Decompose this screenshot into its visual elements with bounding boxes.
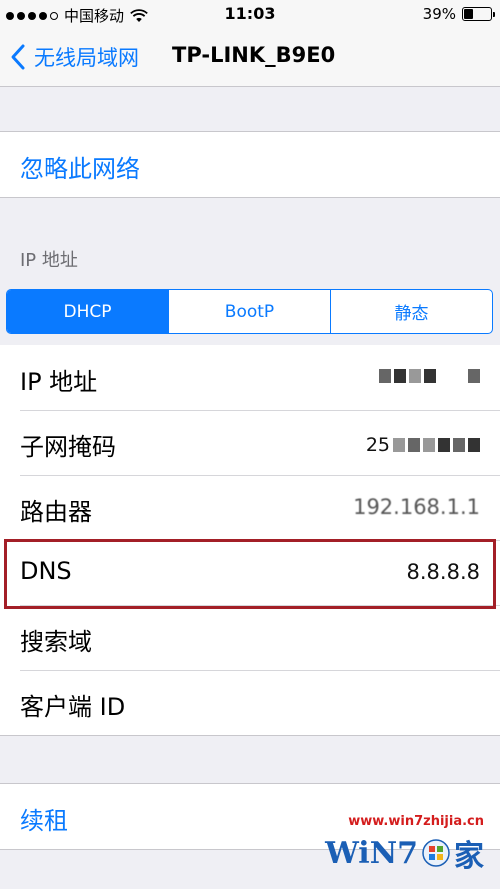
status-bar: 中国移动 11:03 39% (0, 0, 500, 30)
watermark-logo: WiN7 家 (325, 831, 484, 875)
segment-static[interactable]: 静态 (330, 290, 492, 333)
navigation-bar: 无线局域网 TP-LINK_B9E0 (0, 30, 500, 87)
battery-fill (464, 9, 473, 19)
segment-bootp[interactable]: BootP (168, 290, 330, 333)
windows-logo-icon (422, 839, 450, 867)
redaction-block (394, 369, 406, 383)
redacted-value: 25 (366, 434, 480, 456)
field-label: 客户端 ID (20, 693, 126, 721)
field-dns[interactable]: DNS 8.8.8.8 (0, 540, 500, 605)
field-label: IP 地址 (20, 368, 98, 396)
redaction-block (409, 369, 421, 383)
ip-mode-segmented-control: DHCP BootP 静态 (6, 289, 493, 334)
redaction-block (468, 438, 480, 452)
forget-network-button[interactable]: 忽略此网络 (0, 132, 500, 197)
field-label: 搜索域 (20, 628, 92, 656)
field-subnet-mask: 子网掩码 25 (0, 410, 500, 475)
battery-icon (462, 7, 495, 21)
renew-lease-label: 续租 (20, 807, 68, 835)
redaction-block (438, 438, 450, 452)
redaction-block (468, 369, 480, 383)
watermark-logo-text: WiN7 (325, 835, 418, 871)
redaction-block (424, 369, 436, 383)
field-label: 子网掩码 (20, 433, 116, 461)
back-button[interactable]: 无线局域网 (10, 42, 139, 72)
battery-nub (493, 12, 495, 17)
forget-network-label: 忽略此网络 (20, 155, 140, 183)
redacted-value (379, 369, 480, 383)
router-value: 192.168.1.1 (353, 495, 480, 519)
back-button-label: 无线局域网 (34, 46, 139, 70)
ip-section-header: IP 地址 (20, 250, 78, 271)
watermark-url: www.win7zhijia.cn (348, 814, 484, 829)
field-client-id[interactable]: 客户端 ID (0, 670, 500, 735)
field-search-domain[interactable]: 搜索域 (0, 605, 500, 670)
dns-value: 8.8.8.8 (406, 560, 480, 584)
field-label: 路由器 (20, 498, 92, 526)
field-router: 路由器 192.168.1.1 (0, 475, 500, 540)
redaction-block (453, 438, 465, 452)
segment-dhcp[interactable]: DHCP (7, 290, 168, 333)
redaction-block (423, 438, 435, 452)
forget-network-group: 忽略此网络 (0, 131, 500, 198)
field-label: DNS (20, 557, 72, 585)
ip-details-group: IP 地址 子网掩码 25 路由器 192.168.1.1 DNS 8.8.8.… (0, 345, 500, 736)
redaction-block (379, 369, 391, 383)
field-ip-address: IP 地址 (0, 345, 500, 410)
watermark-logo-cn: 家 (454, 839, 484, 874)
site-watermark: www.win7zhijia.cn WiN7 家 (325, 814, 484, 875)
chevron-left-icon (11, 44, 25, 70)
page-title: TP-LINK_B9E0 (172, 43, 336, 67)
redaction-block (408, 438, 420, 452)
battery-percent: 39% (422, 5, 456, 23)
redaction-block (393, 438, 405, 452)
status-right: 39% (422, 5, 495, 23)
